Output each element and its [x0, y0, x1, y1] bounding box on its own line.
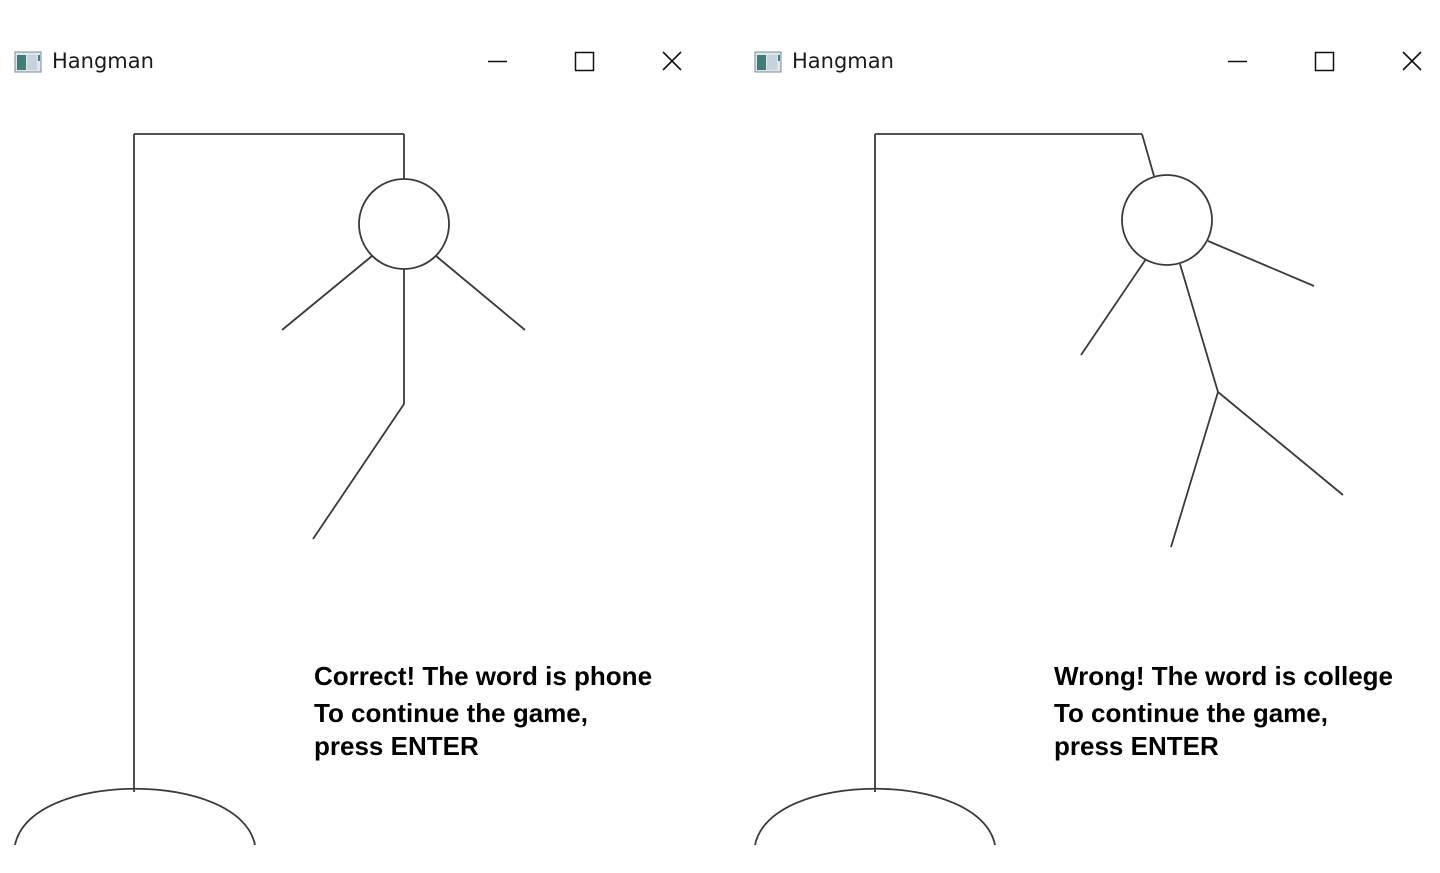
hangman-right-leg — [1217, 391, 1344, 496]
continue-instruction-line1: To continue the game, — [1054, 698, 1328, 728]
continue-instruction-line2: press ENTER — [1054, 731, 1219, 761]
hangman-right-arm — [1207, 240, 1315, 287]
gallows-rope — [1141, 133, 1155, 177]
result-message: Wrong! The word is college — [1054, 661, 1393, 691]
hangman-right-arm — [435, 255, 526, 331]
hangman-head — [1121, 174, 1213, 266]
gallows-base — [754, 787, 996, 846]
continue-instruction-line2: press ENTER — [314, 731, 479, 761]
hangman-body — [1179, 263, 1219, 393]
hangman-left-arm — [281, 255, 373, 331]
hangman-left-leg — [312, 403, 405, 540]
gallows-base — [14, 787, 256, 846]
hangman-left-leg — [1170, 391, 1219, 548]
result-message-block: Wrong! The word is college To continue t… — [1054, 660, 1393, 763]
hangman-window-left: Hangman Correct! The word is phone To co… — [0, 0, 720, 873]
hangman-left-arm — [1080, 258, 1147, 356]
result-message: Correct! The word is phone — [314, 661, 653, 691]
continue-instruction-line1: To continue the game, — [314, 698, 588, 728]
result-message-block: Correct! The word is phone To continue t… — [314, 660, 652, 763]
hangman-window-right: Hangman Wrong! The word is college To co… — [740, 0, 1440, 873]
hangman-head — [358, 178, 450, 270]
